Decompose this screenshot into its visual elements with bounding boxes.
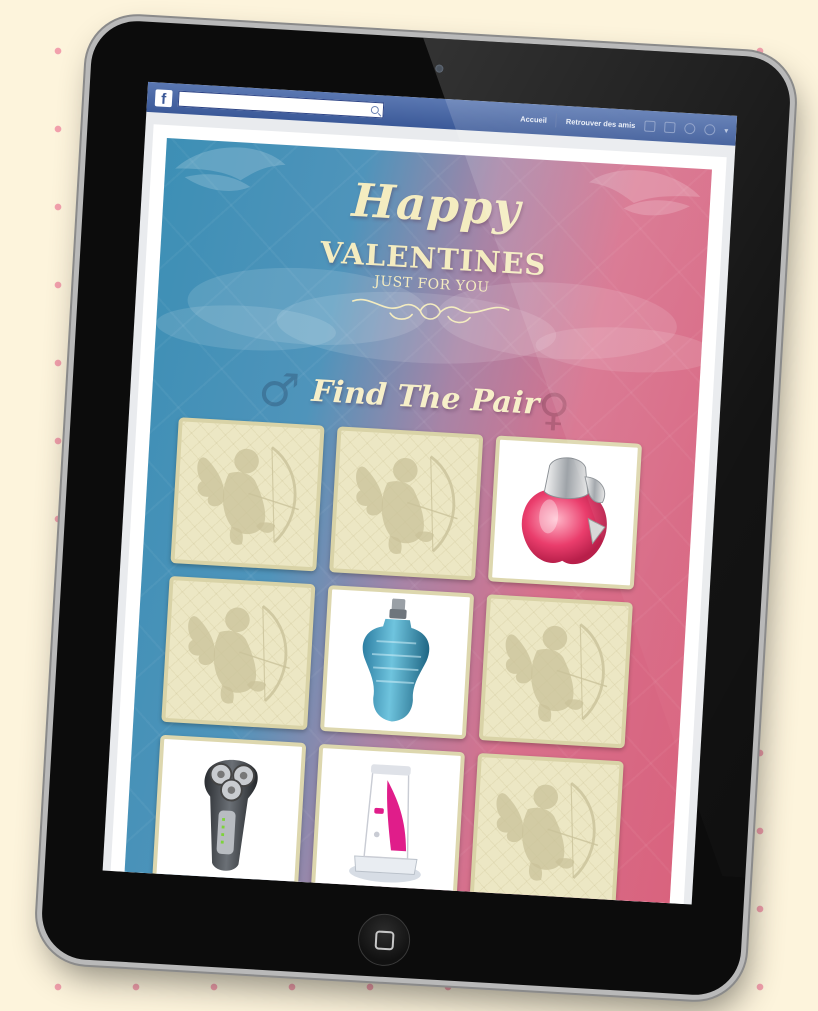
female-symbol-icon: ♀ xyxy=(536,383,572,437)
facebook-nav: Accueil Retrouver des amis ▾ xyxy=(520,111,729,137)
account-icon[interactable] xyxy=(703,123,716,136)
ipad-screen: f Accueil Retrouver des amis ▾ Happy VAL… xyxy=(102,81,738,905)
memory-card-grid xyxy=(152,417,656,904)
cupid-icon xyxy=(483,598,629,744)
facebook-logo-icon[interactable]: f xyxy=(154,88,173,107)
nav-link-find-friends[interactable]: Retrouver des amis xyxy=(566,116,636,129)
memory-card[interactable] xyxy=(487,435,643,590)
game-board: Happy VALENTINES JUST FOR YOU ♂ Find The… xyxy=(124,138,712,904)
cupid-icon xyxy=(333,431,479,577)
memory-card[interactable] xyxy=(329,426,484,581)
cupid-icon xyxy=(175,421,321,567)
home-button[interactable] xyxy=(356,912,412,968)
notifications-icon[interactable] xyxy=(683,122,696,134)
memory-card[interactable] xyxy=(478,594,633,749)
home-square-icon xyxy=(374,929,395,950)
messages-icon[interactable] xyxy=(664,121,676,133)
front-camera-icon xyxy=(435,64,444,73)
search-icon[interactable] xyxy=(370,105,380,115)
app-canvas-frame: Happy VALENTINES JUST FOR YOU ♂ Find The… xyxy=(110,124,727,905)
nav-link-home[interactable]: Accueil xyxy=(520,114,547,125)
memory-card[interactable] xyxy=(310,743,466,898)
friend-requests-icon[interactable] xyxy=(644,120,656,132)
facebook-search-input[interactable] xyxy=(177,90,385,119)
perfume-torso-icon xyxy=(324,589,470,735)
epilator-icon xyxy=(315,748,461,894)
ipad-bezel: f Accueil Retrouver des amis ▾ Happy VAL… xyxy=(39,18,793,998)
chevron-down-icon[interactable]: ▾ xyxy=(724,126,729,135)
memory-card[interactable] xyxy=(170,417,325,572)
ipad-device: f Accueil Retrouver des amis ▾ Happy VAL… xyxy=(39,18,793,998)
memory-card[interactable] xyxy=(469,752,624,904)
cupid-icon xyxy=(166,580,312,726)
nav-divider xyxy=(555,113,558,128)
memory-card[interactable] xyxy=(161,575,316,731)
memory-card[interactable] xyxy=(320,585,475,740)
perfume-apple-icon xyxy=(492,440,638,586)
cupid-icon xyxy=(474,757,620,903)
electric-shaver-icon xyxy=(156,739,302,885)
memory-card[interactable] xyxy=(152,734,307,889)
